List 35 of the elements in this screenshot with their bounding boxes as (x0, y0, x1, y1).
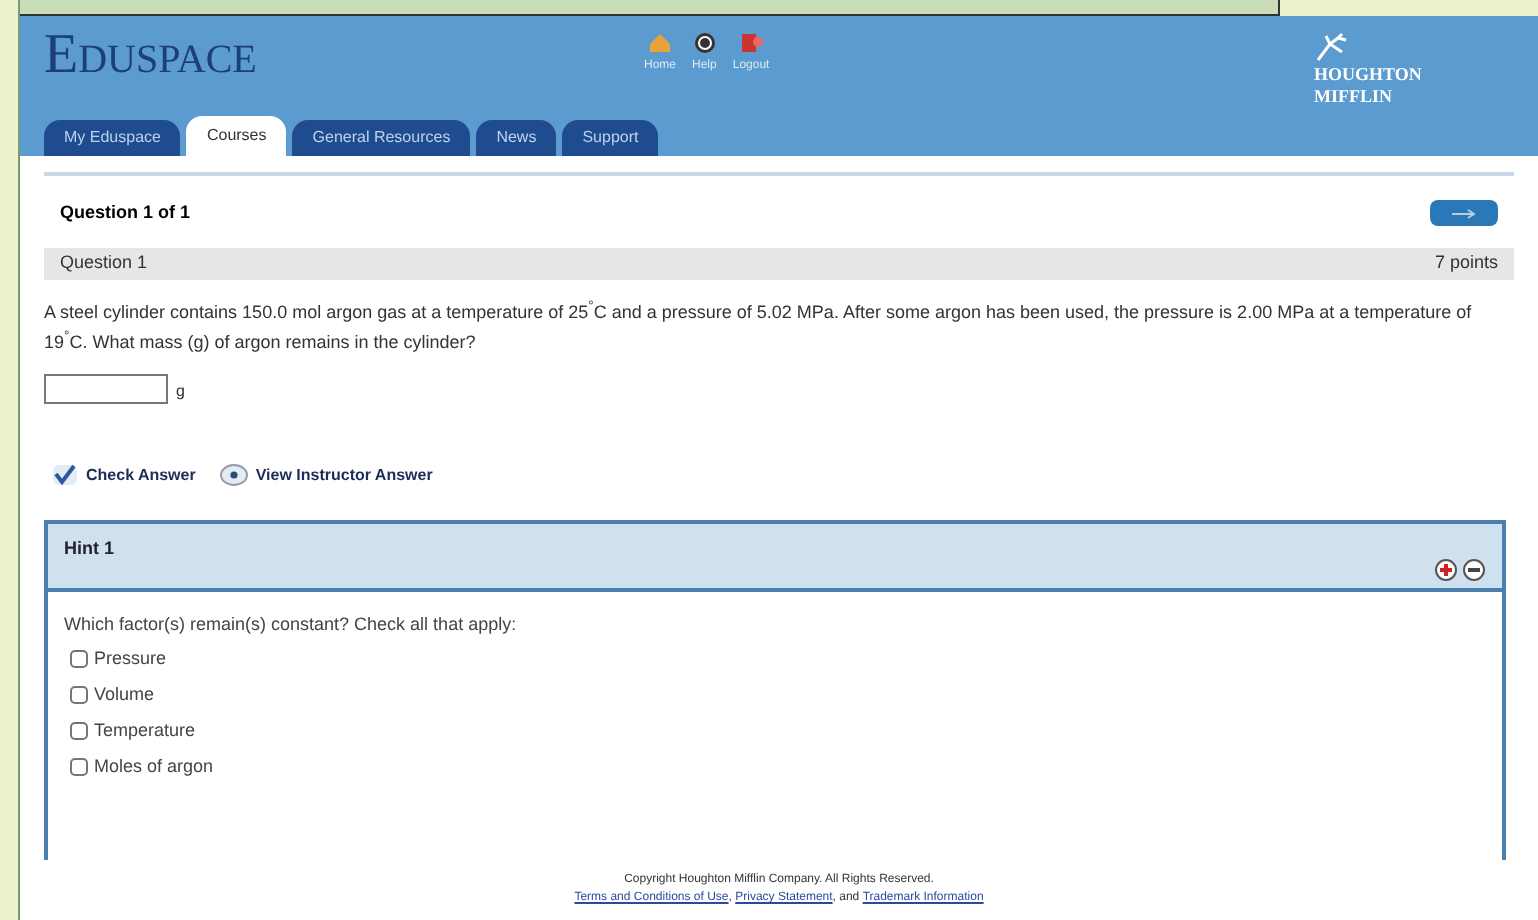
option-checkbox[interactable] (70, 685, 88, 703)
publisher-name: HOUGHTON MIFFLIN (1314, 64, 1422, 108)
answer-field[interactable] (44, 373, 168, 403)
option-checkbox[interactable] (70, 649, 88, 667)
option-checkbox[interactable] (70, 757, 88, 775)
nav-tab[interactable]: News (476, 120, 557, 156)
arrow-icon (1450, 207, 1478, 220)
option-checkbox[interactable] (70, 721, 88, 739)
ok-button[interactable] (1430, 200, 1498, 227)
option-label[interactable]: Moles of argon (70, 752, 1486, 780)
checkmark-icon (52, 464, 78, 486)
check-answer-button[interactable]: Check Answer (52, 463, 196, 487)
expand-icon[interactable] (1434, 558, 1458, 582)
nav-tab[interactable]: Courses (186, 116, 287, 156)
option-label[interactable]: Volume (70, 680, 1486, 708)
option-label[interactable]: Temperature (70, 716, 1486, 744)
door-icon (739, 32, 764, 54)
question-icon (693, 32, 716, 54)
question-points: 7 points (1434, 249, 1498, 276)
hint-title: Hint 1 (64, 535, 117, 561)
question-heading: Question 1 of 1 (60, 200, 191, 226)
hint-prompt: Which factor(s) remain(s) constant? Check all that apply: (64, 611, 519, 638)
house-icon (648, 32, 672, 54)
nav-tab[interactable]: My Eduspace (44, 120, 181, 156)
collapse-icon[interactable] (1462, 558, 1486, 582)
nav-tab[interactable]: General Resources (292, 120, 471, 156)
deer-logo-icon (1314, 32, 1350, 64)
view-answer-button[interactable]: View Instructor Answer (219, 463, 433, 487)
eduspace-logo: Eduspace (44, 24, 259, 88)
unit-label: g (176, 379, 185, 403)
question-title: Question 1 (60, 249, 148, 276)
nav-tab[interactable]: Support (562, 120, 659, 156)
question-text: A steel cylinder contains 150.0 mol argon gas at a temperature of 25$^{°}$C and a pressure of 5.02 MPa. After some argon has been used, the pressure is 2.00 MPa at a temperature of 19$^{°}$C. What mass (g) of argon remains in the cylinder? (44, 298, 1474, 356)
eye-icon (219, 464, 248, 486)
option-label[interactable]: Pressure (70, 644, 1486, 672)
